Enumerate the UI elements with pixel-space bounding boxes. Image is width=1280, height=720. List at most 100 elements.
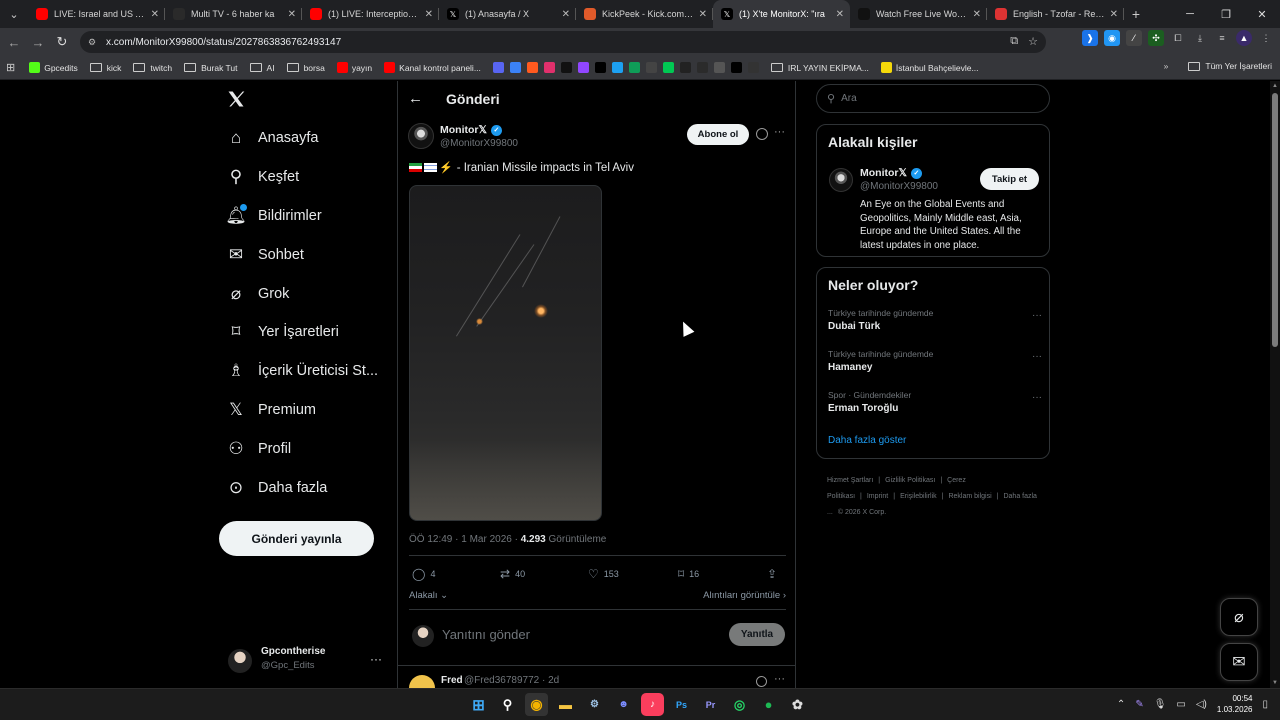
media-control-icon[interactable]: ≡ xyxy=(1214,30,1230,46)
install-app-icon[interactable]: ⧉ xyxy=(1010,35,1018,48)
extension-icon[interactable]: ✣ xyxy=(1148,30,1164,46)
close-tab-icon[interactable]: ✕ xyxy=(836,9,844,20)
share-action[interactable]: ⇪ xyxy=(767,567,782,581)
bookmark-favicon[interactable] xyxy=(662,62,674,73)
close-tab-icon[interactable]: ✕ xyxy=(425,9,433,20)
trend-item[interactable]: Türkiye tarihinde gündemde Dubai Türk ··· xyxy=(828,308,1042,332)
chrome-icon[interactable]: ◉ xyxy=(525,693,548,716)
search-input[interactable]: ⚲ Ara xyxy=(816,84,1050,113)
close-tab-icon[interactable]: ✕ xyxy=(562,9,570,20)
post-video[interactable] xyxy=(409,185,602,521)
bookmark-link[interactable]: yayın xyxy=(336,62,372,73)
avatar[interactable] xyxy=(409,675,435,688)
bookmark-link[interactable]: Kanal kontrol paneli... xyxy=(384,62,481,73)
bookmark-favicon[interactable] xyxy=(526,62,538,73)
address-bar[interactable]: ⚙ x.com/MonitorX99800/status/20278638367… xyxy=(80,31,1046,53)
browser-tab[interactable]: KickPeek - Kick.com için ✕ xyxy=(576,0,713,28)
page-scrollbar[interactable]: ▲ ▼ xyxy=(1270,81,1280,688)
back-arrow-icon[interactable]: ← xyxy=(408,90,423,107)
repost-action[interactable]: ⇄ 40 xyxy=(500,567,525,581)
new-tab-button[interactable]: + xyxy=(1124,6,1148,22)
browser-tab[interactable]: English - Tzofar - Red Ale ✕ xyxy=(987,0,1124,28)
scrollbar-thumb[interactable] xyxy=(1272,93,1278,347)
trend-more-icon[interactable]: ··· xyxy=(1032,310,1042,321)
reply-action[interactable]: ◯ 4 xyxy=(412,567,435,581)
bookmark-favicon[interactable] xyxy=(713,62,725,73)
avatar[interactable] xyxy=(829,168,853,192)
bookmark-action[interactable]: ⌑ 16 xyxy=(678,567,699,581)
photoshop-icon[interactable]: Ps xyxy=(670,693,693,716)
reply-input[interactable]: Yanıtını gönder xyxy=(442,627,530,642)
extension-icon[interactable]: ⁄ xyxy=(1126,30,1142,46)
bookmark-link[interactable]: Gpcedits xyxy=(29,62,78,73)
bookmark-folder[interactable]: IRL YAYIN EKİPMA... xyxy=(770,63,869,73)
nav-item-x-premium[interactable]: 𝕏 Premium xyxy=(226,395,316,425)
apps-grid-icon[interactable]: ⊞ xyxy=(6,61,15,74)
view-quotes-link[interactable]: Alıntıları görüntüle › xyxy=(703,590,786,601)
pen-icon[interactable]: ✎ xyxy=(1135,699,1143,710)
browser-tab[interactable]: 𝕏 (1) Anasayfa / X ✕ xyxy=(439,0,576,28)
reply-author-name[interactable]: Fred xyxy=(441,675,463,686)
messages-fab-button[interactable]: ✉ xyxy=(1220,643,1258,681)
nav-item-home[interactable]: ⌂ Anasayfa xyxy=(226,123,319,153)
trend-more-icon[interactable]: ··· xyxy=(1032,351,1042,362)
site-info-icon[interactable]: ⚙ xyxy=(88,36,100,48)
author-handle[interactable]: @MonitorX99800 xyxy=(440,138,518,149)
download-icon[interactable]: ⤓ xyxy=(1192,30,1208,46)
show-more-link[interactable]: Daha fazla göster xyxy=(828,435,906,446)
grok-explain-icon[interactable] xyxy=(756,676,767,687)
nav-item-search[interactable]: ⚲ Keşfet xyxy=(226,162,299,192)
account-more-icon[interactable]: ··· xyxy=(370,652,382,666)
premiere-icon[interactable]: Pr xyxy=(699,693,722,716)
volume-icon[interactable]: ◁) xyxy=(1196,699,1207,710)
browser-tab[interactable]: 𝕏 (1) X'te MonitorX: "ıra ✕ xyxy=(713,0,850,28)
bookmark-favicon[interactable] xyxy=(679,62,691,73)
back-button[interactable]: ← xyxy=(2,30,26,54)
bookmark-favicon[interactable] xyxy=(594,62,606,73)
bookmarks-overflow-icon[interactable]: » xyxy=(1164,61,1169,71)
bookmark-folder[interactable]: kick xyxy=(89,63,121,73)
bookmark-link[interactable]: İstanbul Bahçelievle... xyxy=(880,62,979,73)
close-tab-icon[interactable]: ✕ xyxy=(288,9,296,20)
nav-item-grok[interactable]: ⌀ Grok xyxy=(226,279,290,309)
nav-item-more-circle[interactable]: ⊙ Daha fazla xyxy=(226,473,327,503)
search-icon[interactable]: ⚲ xyxy=(496,693,519,716)
profile-avatar-icon[interactable]: ▲ xyxy=(1236,30,1252,46)
trend-item[interactable]: Spor · Gündemdekiler Erman Toroğlu ··· xyxy=(828,390,1042,414)
browser-tab[interactable]: Multi TV - 6 haber ka ✕ xyxy=(165,0,302,28)
footer-link[interactable]: Erişilebilirlik xyxy=(900,493,937,500)
spotify-icon[interactable]: ● xyxy=(757,693,780,716)
notification-icon[interactable]: ▯ xyxy=(1262,699,1268,710)
footer-link[interactable]: Reklam bilgisi xyxy=(948,493,991,500)
author-avatar[interactable] xyxy=(408,123,434,149)
grok-explain-icon[interactable] xyxy=(756,128,768,140)
browser-tab[interactable]: Watch Free Live World TV ✕ xyxy=(850,0,987,28)
nav-item-bell[interactable]: 🔔︎ Bildirimler xyxy=(225,201,322,231)
post-button[interactable]: Gönderi yayınla xyxy=(219,521,374,556)
bookmark-favicon[interactable] xyxy=(747,62,759,73)
browser-tab[interactable]: (1) LIVE: Interceptions in ✕ xyxy=(302,0,439,28)
bookmark-favicon[interactable] xyxy=(730,62,742,73)
close-tab-icon[interactable]: ✕ xyxy=(699,9,707,20)
footer-link[interactable]: Imprint xyxy=(867,493,888,500)
person-name[interactable]: Monitor𝕏 ✓ xyxy=(860,167,922,179)
file-explorer-icon[interactable]: ▬ xyxy=(554,693,577,716)
footer-link[interactable]: Hizmet Şartları xyxy=(827,477,873,484)
close-tab-icon[interactable]: ✕ xyxy=(973,9,981,20)
follow-button[interactable]: Takip et xyxy=(980,168,1039,190)
scroll-down-icon[interactable]: ▼ xyxy=(1272,680,1278,686)
relevant-sort-dropdown[interactable]: Alakalı ⌄ xyxy=(409,590,448,601)
bookmark-favicon[interactable] xyxy=(509,62,521,73)
person-handle[interactable]: @MonitorX99800 xyxy=(860,181,938,192)
reload-button[interactable]: ↻ xyxy=(50,30,74,54)
close-window-button[interactable]: ✕ xyxy=(1244,0,1280,28)
extension-icon[interactable]: ❱ xyxy=(1082,30,1098,46)
trend-more-icon[interactable]: ··· xyxy=(1032,392,1042,403)
nav-item-person[interactable]: ⚇ Profil xyxy=(226,434,291,464)
bookmark-folder[interactable]: Burak Tut xyxy=(184,63,238,73)
nav-item-creator-studio[interactable]: ♗ İçerik Üreticisi St... xyxy=(226,356,378,386)
close-tab-icon[interactable]: ✕ xyxy=(1110,9,1118,20)
reply-more-icon[interactable]: ··· xyxy=(774,673,785,685)
bookmark-favicon[interactable] xyxy=(492,62,504,73)
chatgpt-icon[interactable]: ✿ xyxy=(786,693,809,716)
